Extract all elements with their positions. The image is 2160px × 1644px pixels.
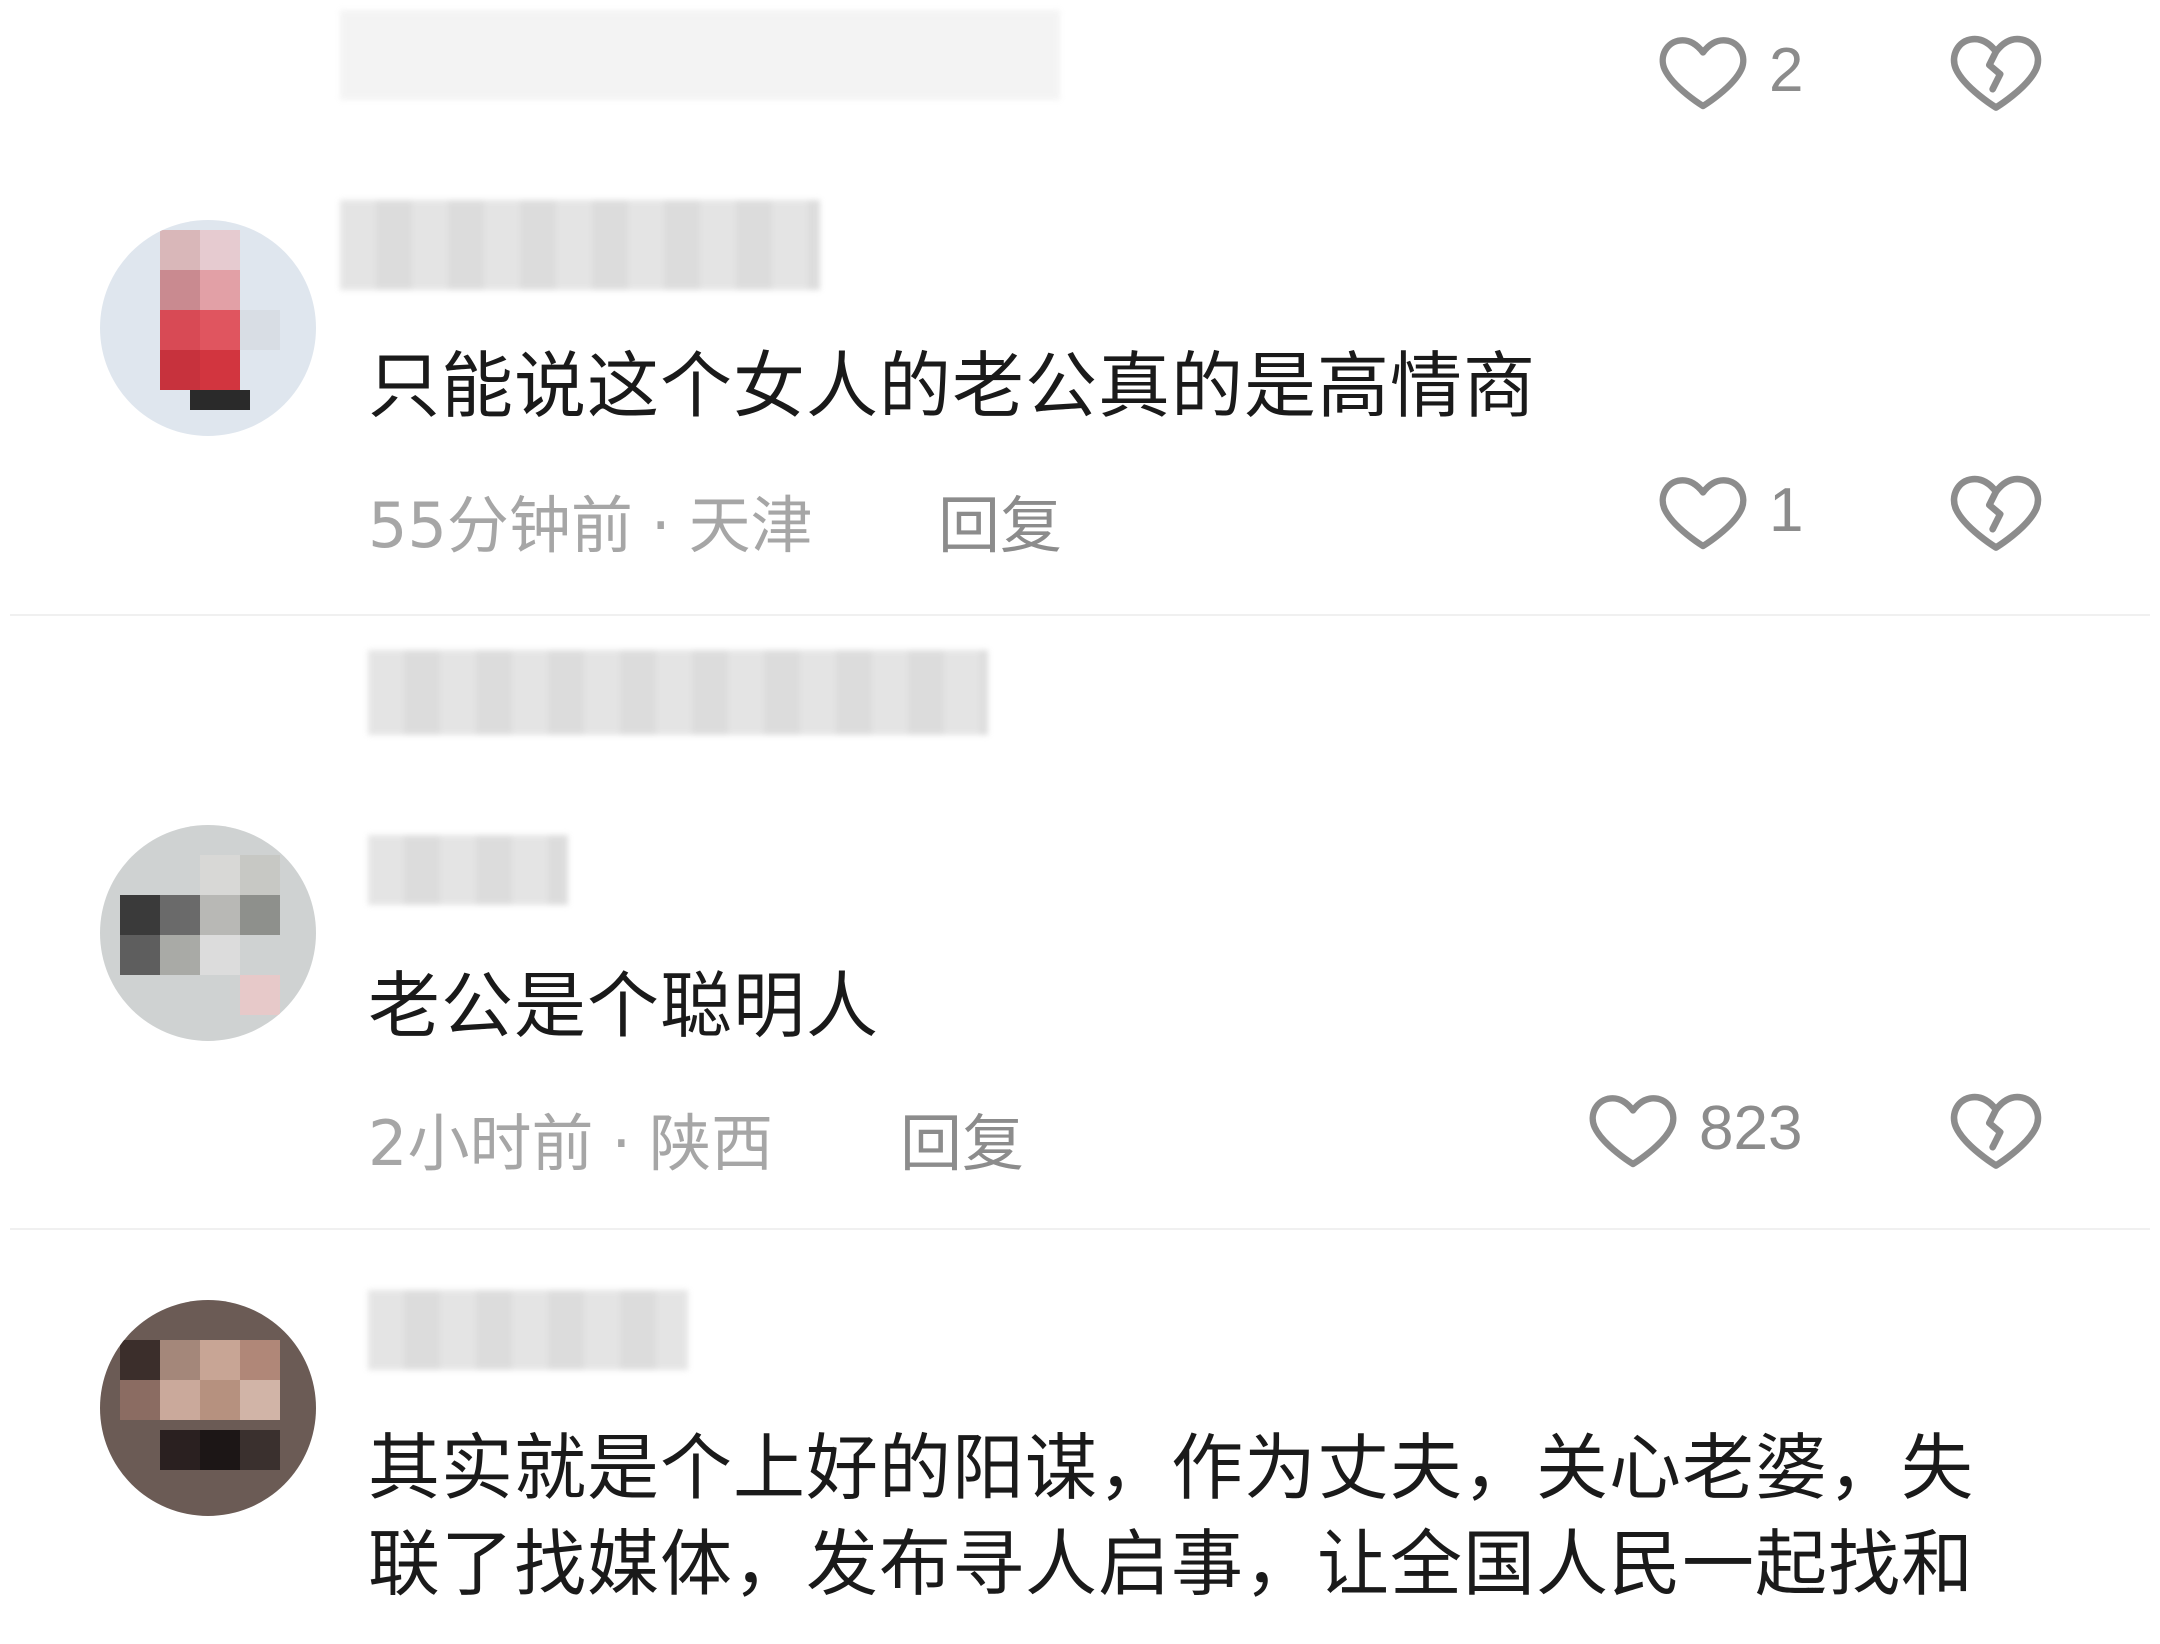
redacted-expand-replies bbox=[368, 650, 988, 735]
like-count: 823 bbox=[1699, 1093, 1803, 1163]
avatar[interactable] bbox=[100, 220, 316, 436]
like-count: 2 bbox=[1769, 35, 1804, 105]
like-button[interactable]: 2 bbox=[1655, 20, 1803, 120]
separator: · bbox=[650, 489, 671, 562]
redacted-username bbox=[368, 835, 568, 905]
comment-location: 陕西 bbox=[649, 1107, 774, 1180]
comment-time: 2小时前 bbox=[368, 1107, 594, 1180]
comment-text-line: 联了找媒体，发布寻人启事，让全国人民一起找和 bbox=[368, 1522, 1975, 1606]
heart-outline-icon bbox=[1659, 477, 1747, 550]
broken-heart-icon[interactable] bbox=[1946, 460, 2046, 560]
broken-heart-icon[interactable] bbox=[1946, 1078, 2046, 1178]
comment-text-line: 其实就是个上好的阳谋，作为丈夫，关心老婆，失 bbox=[368, 1426, 1975, 1510]
redacted-username bbox=[368, 1290, 688, 1370]
separator: · bbox=[611, 1107, 632, 1180]
redacted-username bbox=[340, 200, 820, 290]
like-count: 1 bbox=[1769, 475, 1804, 545]
avatar[interactable] bbox=[100, 825, 316, 1041]
comment-text: 只能说这个女人的老公真的是高情商 bbox=[368, 344, 1537, 428]
comment-meta: 2小时前 · 陕西 bbox=[368, 1093, 773, 1183]
heart-outline-icon bbox=[1589, 1095, 1677, 1168]
redacted-meta bbox=[340, 10, 1060, 100]
divider bbox=[10, 614, 2150, 616]
like-button[interactable]: 823 bbox=[1585, 1078, 1802, 1178]
avatar[interactable] bbox=[100, 1300, 316, 1516]
comment-location: 天津 bbox=[688, 489, 813, 562]
heart-outline-icon bbox=[1659, 37, 1747, 110]
broken-heart-icon[interactable] bbox=[1946, 20, 2046, 120]
comment-meta: 55分钟前 · 天津 bbox=[368, 475, 813, 565]
reply-button[interactable]: 回复 bbox=[938, 475, 1062, 565]
like-button[interactable]: 1 bbox=[1655, 460, 1803, 560]
comment-time: 55分钟前 bbox=[368, 489, 633, 562]
comment-list: 2 只能说这个女人的老公真的是高情商 55分钟前 · 天津 回复 1 老公是个聪… bbox=[0, 0, 2160, 1644]
divider bbox=[10, 1228, 2150, 1230]
comment-text: 老公是个聪明人 bbox=[368, 964, 880, 1048]
reply-button[interactable]: 回复 bbox=[900, 1093, 1024, 1183]
